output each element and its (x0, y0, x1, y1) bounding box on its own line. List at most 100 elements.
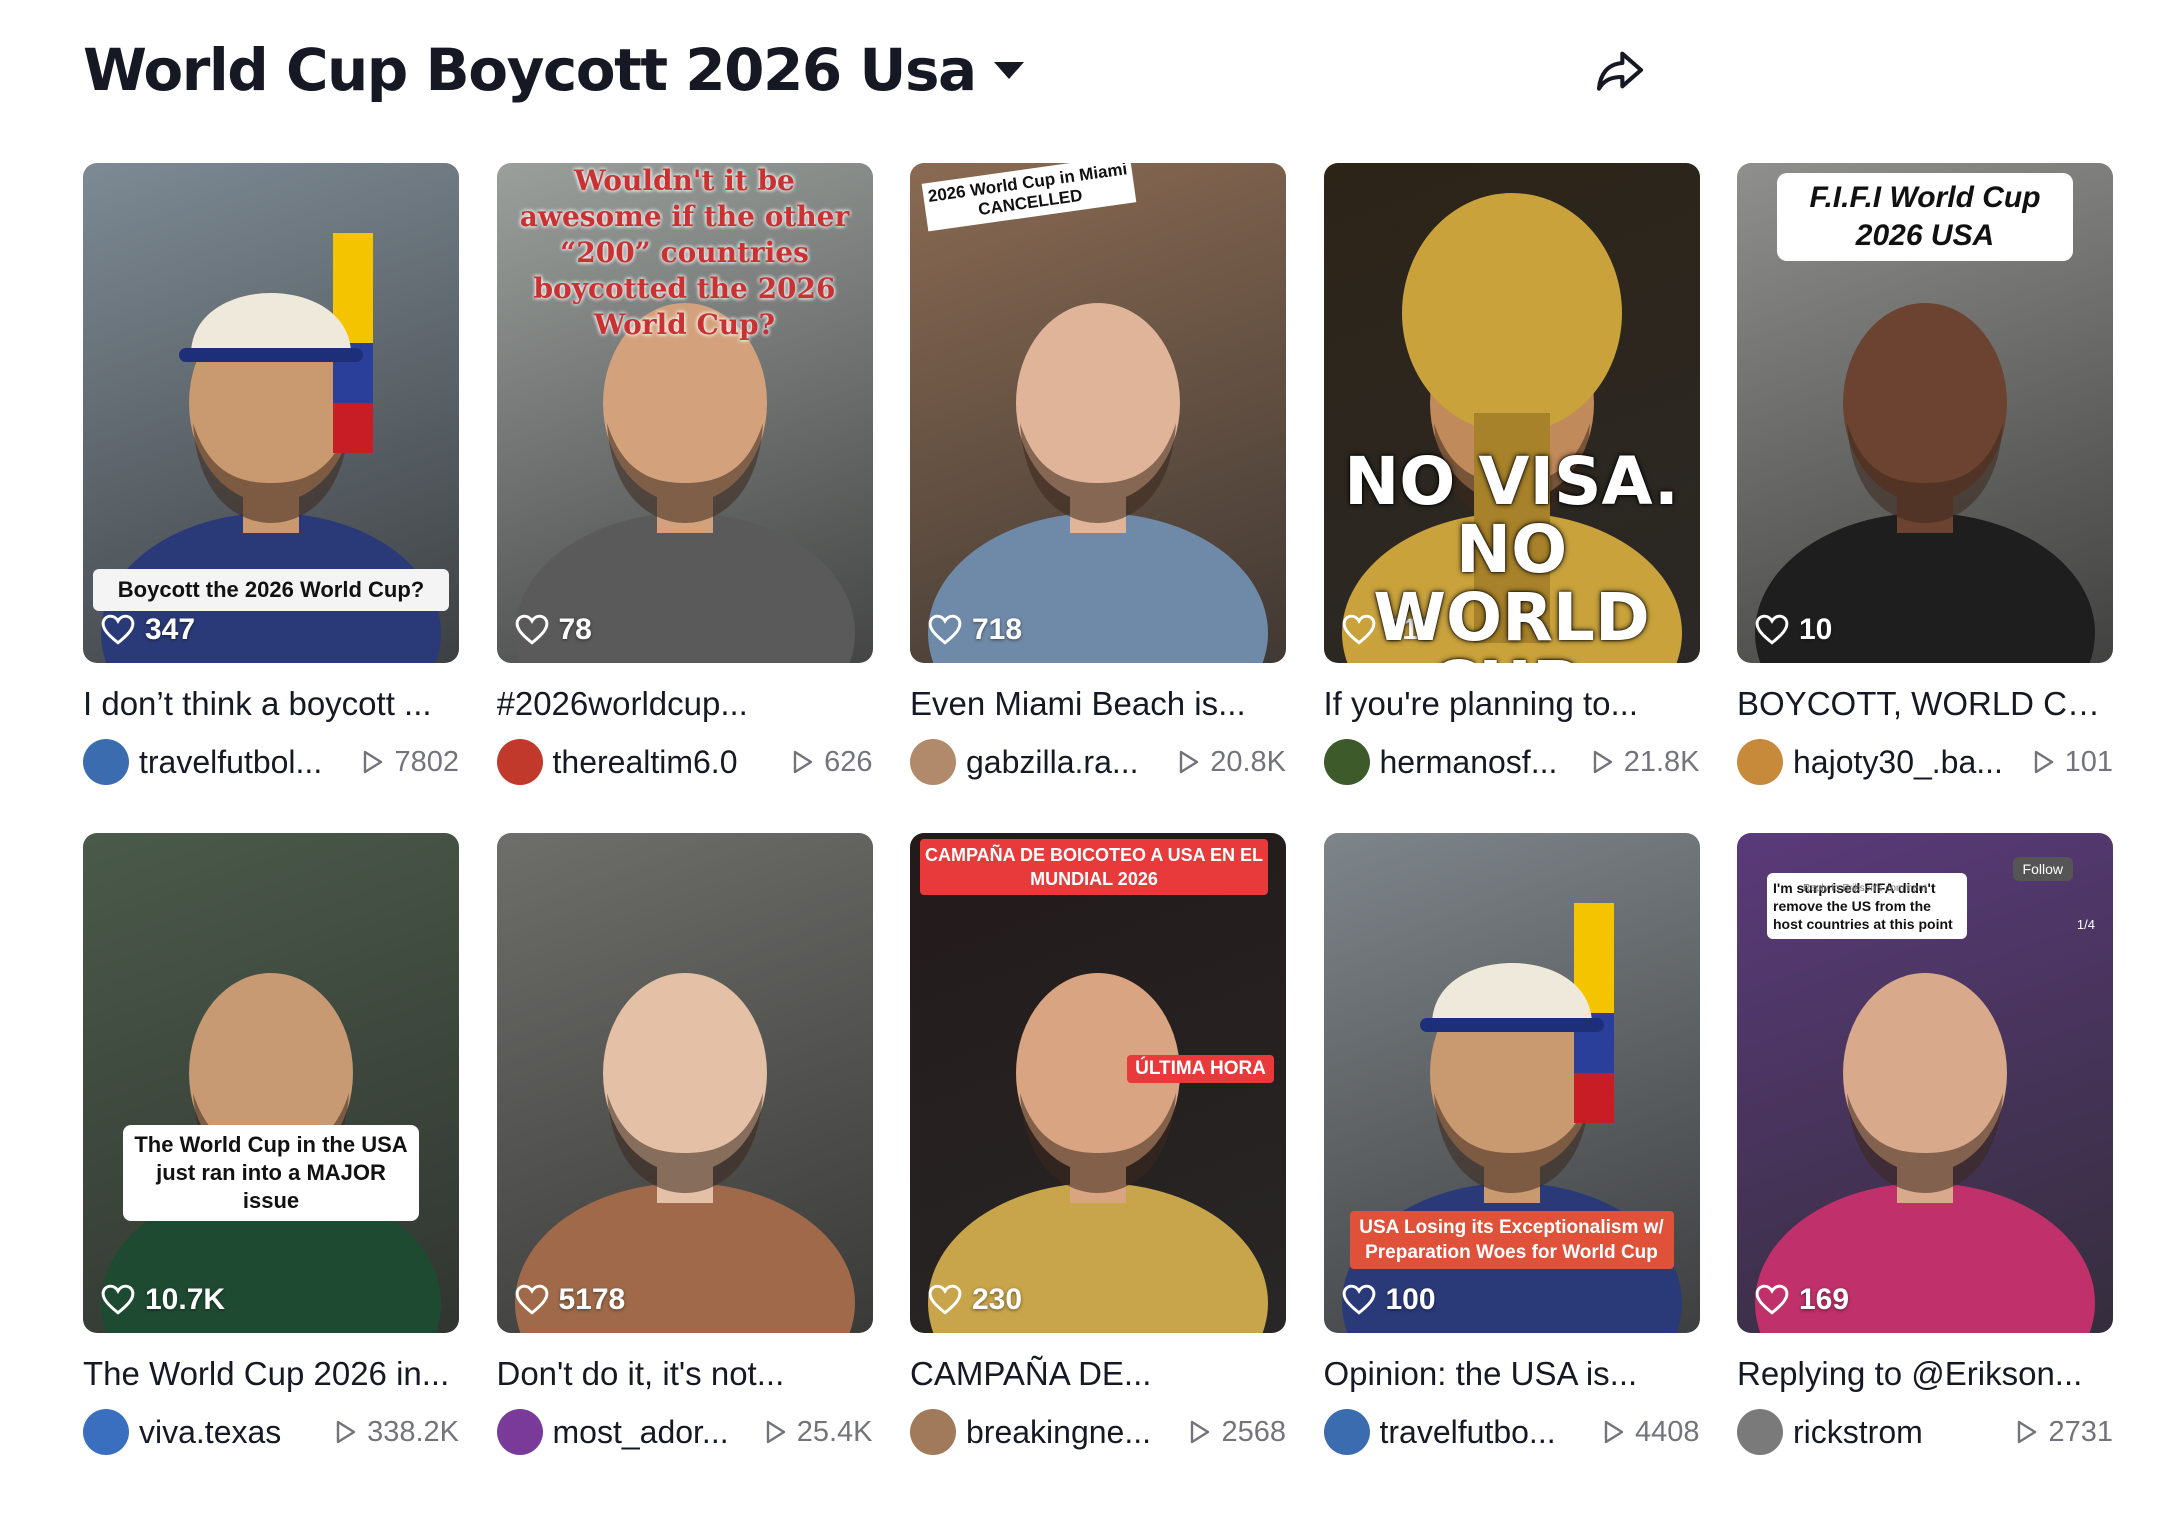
video-caption[interactable]: CAMPAÑA DE... (910, 1353, 1286, 1395)
video-thumbnail[interactable]: 718 2026 World Cup in Miami CANCELLED (910, 163, 1286, 663)
author-name[interactable]: most_ador... (553, 1414, 751, 1451)
like-count-value: 10 (1799, 613, 1833, 646)
chevron-down-icon[interactable] (993, 61, 1024, 79)
video-caption[interactable]: Don't do it, it's not... (497, 1353, 873, 1395)
video-card-5[interactable]: 10 F.I.F.I World Cup 2026 USA BOYCOTT, W… (1737, 163, 2113, 833)
like-count-value: 5178 (558, 1283, 626, 1316)
video-caption[interactable]: BOYCOTT, WORLD CU... (1737, 683, 2113, 725)
play-icon (1604, 1420, 1624, 1444)
avatar[interactable] (1737, 1409, 1783, 1455)
author-name[interactable]: travelfutbol... (139, 744, 348, 781)
heart-icon (101, 614, 135, 645)
play-icon (364, 750, 383, 774)
like-count: 5178 (515, 1283, 626, 1317)
view-count-value: 2731 (2048, 1415, 2113, 1448)
avatar[interactable] (83, 739, 129, 785)
share-icon[interactable] (1592, 42, 1648, 98)
video-meta: travelfutbo... 4408 (1323, 1409, 1700, 1455)
page-title: World Cup Boycott 2026 Usa (83, 36, 977, 104)
heart-icon (928, 1284, 962, 1315)
video-card-10[interactable]: 169 I'm surprised FIFA didn't remove the… (1737, 833, 2113, 1455)
video-thumbnail[interactable]: 169 I'm surprised FIFA didn't remove the… (1737, 833, 2113, 1333)
author-name[interactable]: travelfutbo... (1380, 1414, 1589, 1451)
video-caption[interactable]: Even Miami Beach is... (910, 683, 1286, 725)
video-meta: hajoty30_.ba... 101 (1737, 739, 2113, 785)
heart-icon (1342, 1284, 1375, 1315)
avatar[interactable] (1323, 739, 1370, 785)
video-thumbnail[interactable]: 100 USA Losing its Exceptionalism w/ Pre… (1323, 833, 1700, 1333)
like-count-value: 718 (972, 613, 1023, 646)
avatar[interactable] (496, 739, 543, 785)
video-caption[interactable]: I don’t think a boycott ... (83, 683, 459, 725)
author-name[interactable]: therealtim6.0 (553, 744, 779, 781)
thumbnail-scene (928, 973, 1268, 1333)
overlay-text: The World Cup in the USA just ran into a… (123, 1125, 419, 1221)
video-thumbnail[interactable]: 347 Boycott the 2026 World Cup? (83, 163, 459, 663)
like-count: 169 (1755, 1283, 1849, 1317)
video-thumbnail[interactable]: 78 Wouldn't it be awesome if the other “… (496, 163, 873, 663)
like-count: 230 (928, 1283, 1022, 1317)
overlay-subtext: Reply to Erikson's comment (1803, 883, 1927, 894)
view-count-value: 101 (2064, 745, 2113, 778)
avatar[interactable] (1323, 1409, 1370, 1455)
author-name[interactable]: viva.texas (139, 1414, 321, 1451)
thumbnail-scene (928, 303, 1268, 663)
like-count: 718 (928, 613, 1022, 647)
video-thumbnail[interactable]: 10 F.I.F.I World Cup 2026 USA (1737, 163, 2113, 663)
avatar[interactable] (910, 739, 956, 785)
thumbnail-scene (514, 973, 855, 1333)
video-thumbnail[interactable]: 710 NO VISA. NO WORLD CUP. (1323, 163, 1700, 664)
video-meta: gabzilla.ra... 20.8K (910, 739, 1286, 785)
video-card-1[interactable]: 347 Boycott the 2026 World Cup? I don’t … (83, 163, 459, 833)
overlay-text-secondary: ÚLTIMA HORA (1127, 1055, 1274, 1083)
video-caption[interactable]: The World Cup 2026 in... (83, 1353, 459, 1395)
like-count-value: 347 (145, 613, 196, 646)
play-icon (766, 1420, 785, 1444)
view-count: 4408 (1599, 1416, 1700, 1449)
view-count-value: 7802 (394, 745, 459, 778)
avatar[interactable] (496, 1409, 543, 1455)
video-caption[interactable]: Replying to @Erikson... (1737, 1353, 2113, 1395)
avatar[interactable] (83, 1409, 129, 1455)
video-card-3[interactable]: 718 2026 World Cup in Miami CANCELLED Ev… (910, 163, 1286, 833)
video-card-4[interactable]: 710 NO VISA. NO WORLD CUP. If you're pla… (1323, 163, 1700, 833)
video-caption[interactable]: If you're planning to... (1324, 683, 1700, 725)
video-meta: hermanosf... 21.8K (1323, 739, 1700, 785)
view-count-value: 25.4K (796, 1415, 873, 1448)
video-card-2[interactable]: 78 Wouldn't it be awesome if the other “… (496, 163, 873, 833)
view-count-value: 338.2K (367, 1415, 459, 1448)
author-name[interactable]: hermanosf... (1380, 744, 1578, 781)
author-name[interactable]: breakingne... (966, 1414, 1175, 1451)
video-meta: rickstrom 2731 (1737, 1409, 2113, 1455)
like-count-value: 10.7K (145, 1283, 226, 1316)
author-name[interactable]: hajoty30_.ba... (1793, 744, 2019, 781)
video-card-7[interactable]: 5178 Don't do it, it's not... most_ador.… (496, 833, 873, 1455)
video-card-6[interactable]: 10.7K The World Cup in the USA just ran … (83, 833, 459, 1455)
follow-button[interactable]: Follow (2012, 857, 2073, 881)
like-count: 100 (1342, 1283, 1436, 1317)
author-name[interactable]: rickstrom (1793, 1414, 2002, 1451)
video-thumbnail[interactable]: 230 CAMPAÑA DE BOICOTEO A USA EN EL MUND… (910, 833, 1286, 1333)
video-caption[interactable]: Opinion: the USA is... (1324, 1353, 1700, 1395)
overlay-text: USA Losing its Exceptionalism w/ Prepara… (1349, 1211, 1674, 1269)
heart-icon (515, 1284, 548, 1315)
avatar[interactable] (910, 1409, 956, 1455)
video-caption[interactable]: #2026worldcup... (497, 683, 873, 725)
like-count: 78 (515, 613, 592, 647)
play-icon (1180, 750, 1199, 774)
like-count-value: 230 (972, 1283, 1023, 1316)
page-header: World Cup Boycott 2026 Usa (83, 30, 1024, 110)
video-meta: travelfutbol... 7802 (83, 739, 459, 785)
view-count: 25.4K (761, 1416, 873, 1449)
video-card-8[interactable]: 230 CAMPAÑA DE BOICOTEO A USA EN EL MUND… (910, 833, 1286, 1455)
video-card-9[interactable]: 100 USA Losing its Exceptionalism w/ Pre… (1323, 833, 1700, 1455)
video-thumbnail[interactable]: 5178 (496, 833, 873, 1333)
play-icon (793, 750, 813, 774)
overlay-text: NO VISA. NO WORLD CUP. (1344, 443, 1679, 664)
video-thumbnail[interactable]: 10.7K The World Cup in the USA just ran … (83, 833, 459, 1333)
author-name[interactable]: gabzilla.ra... (966, 744, 1164, 781)
like-count: 347 (101, 613, 195, 647)
view-count: 338.2K (331, 1416, 459, 1449)
avatar[interactable] (1737, 739, 1783, 785)
overlay-text: CAMPAÑA DE BOICOTEO A USA EN EL MUNDIAL … (920, 839, 1268, 895)
